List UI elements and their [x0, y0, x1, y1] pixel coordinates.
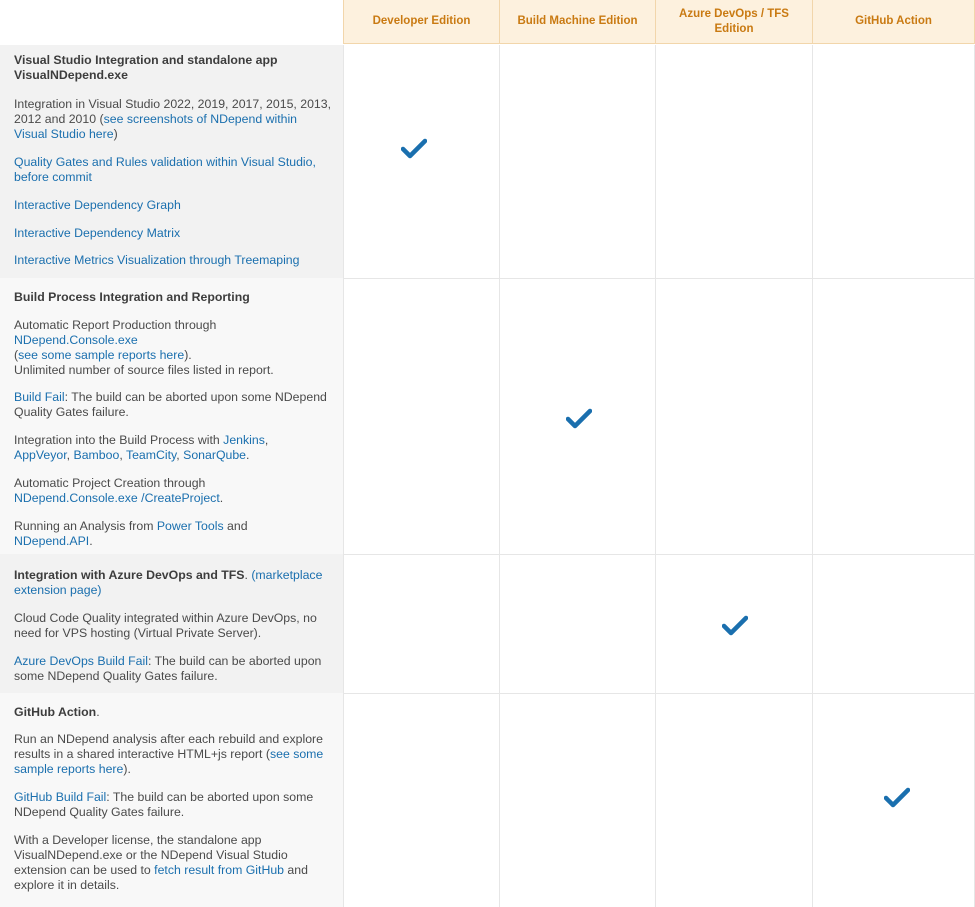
azure-build-fail-link[interactable]: Azure DevOps Build Fail	[14, 654, 148, 668]
dependency-matrix-link[interactable]: Interactive Dependency Matrix	[14, 226, 332, 241]
ndepend-console-link[interactable]: NDepend.Console.exe	[14, 333, 138, 347]
feature-title-text: Integration with Azure DevOps and TFS	[14, 568, 245, 582]
feature-title-azure-devops: Integration with Azure DevOps and TFS. (…	[14, 568, 323, 597]
description-text: Unlimited number of source files listed …	[14, 363, 274, 377]
feature-title-visual-studio: Visual Studio Integration and standalone…	[14, 53, 278, 82]
ndepend-api-link[interactable]: NDepend.API	[14, 534, 89, 548]
checkmark-icon	[722, 615, 748, 636]
github-build-fail-link[interactable]: GitHub Build Fail	[14, 790, 106, 804]
grid-divider	[343, 693, 975, 694]
edition-comparison-table: Developer Edition Build Machine Edition …	[0, 0, 975, 907]
feature-description: With a Developer license, the standalone…	[14, 833, 332, 893]
feature-description: GitHub Build Fail: The build can be abor…	[14, 790, 332, 820]
jenkins-link[interactable]: Jenkins	[223, 433, 265, 447]
quality-gates-link[interactable]: Quality Gates and Rules validation withi…	[14, 155, 332, 185]
feature-title-build-process: Build Process Integration and Reporting	[14, 290, 250, 304]
create-project-link[interactable]: NDepend.Console.exe /CreateProject	[14, 491, 220, 505]
feature-description: Build Fail: The build can be aborted upo…	[14, 390, 332, 420]
grid-divider	[343, 278, 975, 279]
description-text: ).	[184, 348, 192, 362]
column-header-github-action: GitHub Action	[813, 0, 975, 44]
treemaping-link[interactable]: Interactive Metrics Visualization throug…	[14, 253, 332, 268]
checkmark-icon	[884, 787, 910, 808]
feature-title-text: GitHub Action	[14, 705, 97, 719]
grid-divider	[812, 45, 813, 907]
feature-title-github-action: GitHub Action.	[14, 705, 100, 719]
feature-description: Integration in Visual Studio 2022, 2019,…	[14, 97, 332, 142]
checkmark-icon	[401, 138, 427, 159]
column-header-developer-edition: Developer Edition	[343, 0, 500, 44]
feature-description: Running an Analysis from Power Tools and…	[14, 519, 248, 548]
checkmark-icon	[566, 408, 592, 429]
feature-description: Automatic Report Production through NDepe…	[14, 318, 332, 378]
feature-description: Cloud Code Quality integrated within Azu…	[14, 611, 317, 640]
column-header-azure-devops-edition: Azure DevOps / TFS Edition	[656, 0, 813, 44]
grid-divider	[655, 45, 656, 907]
description-text: Automatic Report Production through	[14, 318, 217, 332]
sonarqube-link[interactable]: SonarQube	[183, 448, 246, 462]
dependency-graph-link[interactable]: Interactive Dependency Graph	[14, 198, 332, 213]
description-text: and	[223, 519, 248, 533]
description-text: ).	[123, 762, 131, 776]
feature-description: Azure DevOps Build Fail: The build can b…	[14, 654, 332, 684]
power-tools-link[interactable]: Power Tools	[157, 519, 224, 533]
fetch-from-github-link[interactable]: fetch result from GitHub	[154, 863, 284, 877]
grid-divider	[343, 45, 344, 907]
feature-description: Run an NDepend analysis after each rebui…	[14, 732, 332, 777]
build-fail-link[interactable]: Build Fail	[14, 390, 65, 404]
description-text: Automatic Project Creation through	[14, 476, 206, 490]
sample-reports-link[interactable]: see some sample reports here	[18, 348, 184, 362]
appveyor-link[interactable]: AppVeyor	[14, 448, 67, 462]
column-header-build-machine-edition: Build Machine Edition	[500, 0, 656, 44]
feature-description: Automatic Project Creation through NDepen…	[14, 476, 224, 505]
description-text: )	[113, 127, 118, 141]
feature-description: Integration into the Build Process with …	[14, 433, 269, 462]
grid-divider	[499, 45, 500, 907]
teamcity-link[interactable]: TeamCity	[126, 448, 176, 462]
bamboo-link[interactable]: Bamboo	[74, 448, 120, 462]
description-text: Integration into the Build Process with	[14, 433, 224, 447]
description-text: Running an Analysis from	[14, 519, 157, 533]
grid-divider	[343, 554, 975, 555]
